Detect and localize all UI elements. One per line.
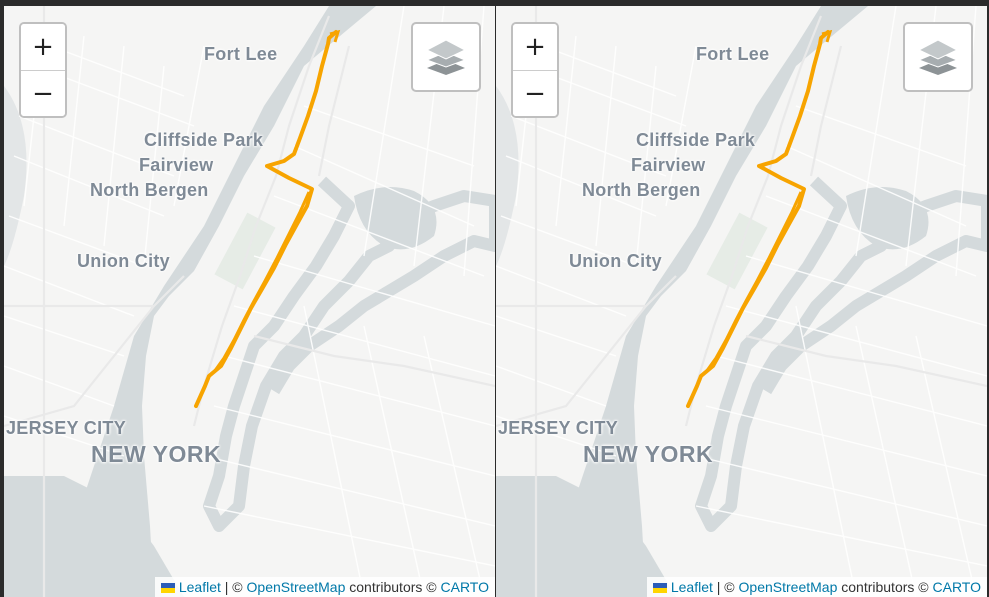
place-cliffside-park: Cliffside Park (144, 130, 264, 150)
carto-link[interactable]: CARTO (933, 579, 982, 595)
zoom-control: + − (19, 22, 67, 118)
osm-link[interactable]: OpenStreetMap (247, 579, 346, 595)
place-union-city: Union City (569, 251, 662, 271)
zoom-out-button[interactable]: − (21, 71, 65, 116)
basemap (496, 6, 987, 597)
place-jersey-city: JERSEY CITY (498, 418, 619, 438)
layers-icon (917, 39, 959, 75)
attribution-separator: | © (220, 579, 247, 595)
attribution-contributors: contributors © (345, 579, 441, 595)
ukraine-flag-icon (160, 583, 175, 593)
place-fort-lee: Fort Lee (204, 44, 278, 64)
zoom-control: + − (511, 22, 559, 118)
place-union-city: Union City (77, 251, 170, 271)
place-north-bergen: North Bergen (582, 180, 701, 200)
place-fort-lee: Fort Lee (696, 44, 770, 64)
attribution: Leaflet | © OpenStreetMap contributors ©… (646, 577, 987, 597)
layers-button[interactable] (411, 22, 481, 92)
place-jersey-city: JERSEY CITY (6, 418, 127, 438)
attribution-contributors: contributors © (837, 579, 933, 595)
place-fairview: Fairview (631, 155, 706, 175)
osm-link[interactable]: OpenStreetMap (739, 579, 838, 595)
attribution-separator: | © (712, 579, 739, 595)
place-new-york: NEW YORK (583, 441, 714, 467)
basemap (4, 6, 495, 597)
zoom-in-button[interactable]: + (21, 24, 65, 71)
layers-button[interactable] (903, 22, 973, 92)
attribution: Leaflet | © OpenStreetMap contributors ©… (154, 577, 495, 597)
leaflet-link[interactable]: Leaflet (179, 579, 221, 595)
place-cliffside-park: Cliffside Park (636, 130, 756, 150)
zoom-out-button[interactable]: − (513, 71, 557, 116)
place-north-bergen: North Bergen (90, 180, 209, 200)
carto-link[interactable]: CARTO (441, 579, 490, 595)
ukraine-flag-icon (652, 583, 667, 593)
map-left[interactable]: Fort Lee Cliffside Park Fairview North B… (4, 6, 495, 597)
layers-icon (425, 39, 467, 75)
map-right[interactable]: Fort Lee Cliffside Park Fairview North B… (496, 6, 987, 597)
zoom-in-button[interactable]: + (513, 24, 557, 71)
place-fairview: Fairview (139, 155, 214, 175)
place-new-york: NEW YORK (91, 441, 222, 467)
leaflet-link[interactable]: Leaflet (671, 579, 713, 595)
